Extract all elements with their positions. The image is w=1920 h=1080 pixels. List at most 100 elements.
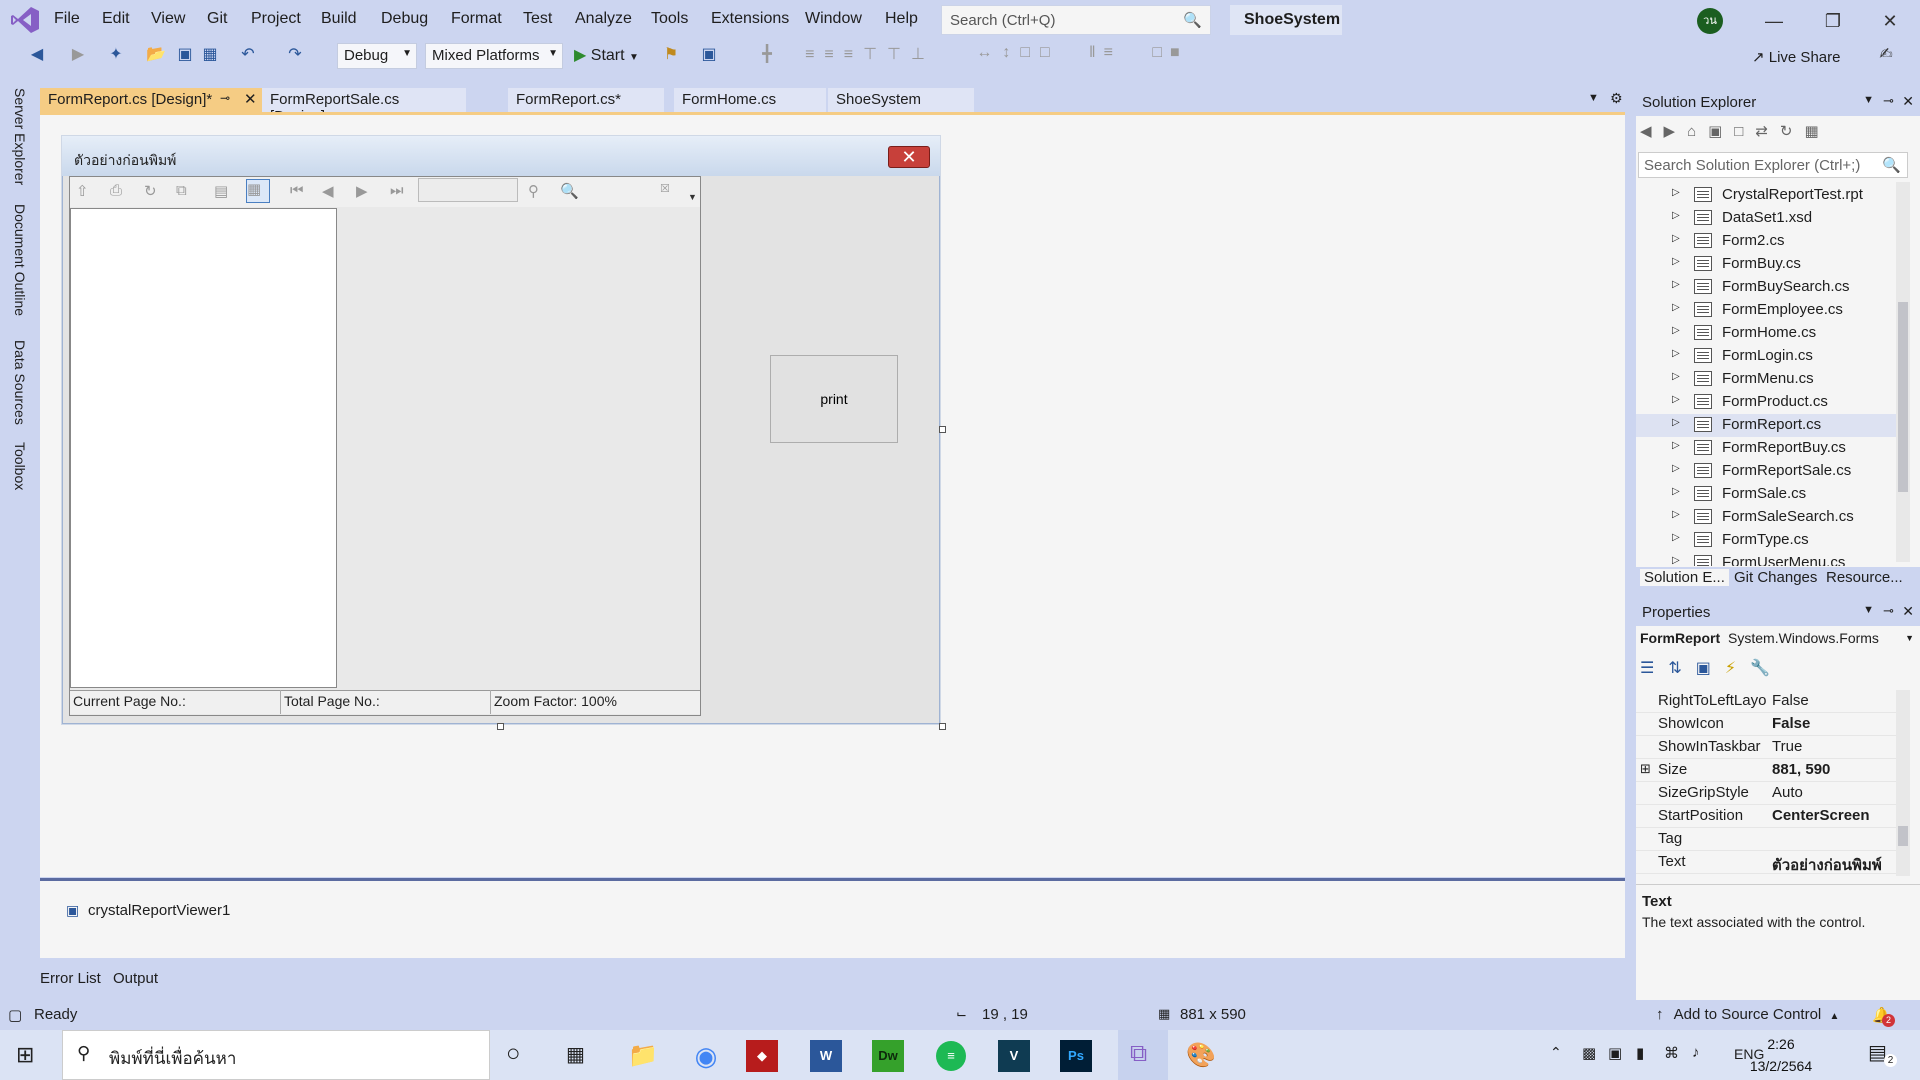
- rail-tab-server-explorer[interactable]: Server Explorer: [12, 88, 28, 185]
- center-icons[interactable]: ‖≡: [1080, 44, 1130, 68]
- volume-icon[interactable]: ♪: [1692, 1044, 1700, 1061]
- word-icon[interactable]: W: [810, 1040, 842, 1072]
- toolbar-overflow-icon[interactable]: ▼: [688, 192, 697, 202]
- resize-handle-right[interactable]: [939, 426, 946, 433]
- tab-overflow-icon[interactable]: ▼: [1588, 92, 1599, 104]
- expand-arrow-icon[interactable]: ▷: [1672, 509, 1680, 520]
- notifications-button[interactable]: 🔔 2: [1872, 1006, 1895, 1027]
- expand-arrow-icon[interactable]: ▷: [1672, 440, 1680, 451]
- solution-item[interactable]: ▷ FormBuySearch.cs: [1636, 276, 1898, 299]
- property-value[interactable]: Auto: [1772, 784, 1803, 801]
- expand-arrow-icon[interactable]: ▷: [1672, 256, 1680, 267]
- copy-icon[interactable]: ⧉: [176, 182, 187, 199]
- menu-format[interactable]: Format: [451, 10, 502, 28]
- chevron-down-icon[interactable]: ▼: [1863, 94, 1874, 106]
- avatar[interactable]: วน: [1697, 8, 1723, 34]
- find-icon[interactable]: ⚲: [528, 182, 539, 200]
- tab-formhome[interactable]: FormHome.cs: [674, 88, 826, 112]
- tab-shoesystem[interactable]: ShoeSystem: [828, 88, 974, 112]
- menu-edit[interactable]: Edit: [102, 10, 130, 28]
- menu-tools[interactable]: Tools: [651, 10, 688, 28]
- configuration-dropdown[interactable]: Debug ▼: [337, 43, 417, 69]
- minimize-icon[interactable]: —: [1754, 6, 1794, 36]
- solution-explorer-toolbar[interactable]: ◀▶⌂▣□⇄↻▦: [1640, 122, 1910, 148]
- taskbar-search-input[interactable]: ⚲ พิมพ์ที่นี่เพื่อค้นหา: [62, 1030, 490, 1080]
- expand-arrow-icon[interactable]: ▷: [1672, 486, 1680, 497]
- menu-view[interactable]: View: [151, 10, 185, 28]
- tab-git-changes[interactable]: Git Changes: [1734, 569, 1817, 586]
- close-icon[interactable]: ✕: [1902, 603, 1914, 620]
- vegas-icon[interactable]: V: [998, 1040, 1030, 1072]
- print-button[interactable]: print: [770, 355, 898, 443]
- property-value[interactable]: False: [1772, 715, 1810, 732]
- close-icon[interactable]: ✕: [1902, 93, 1914, 110]
- property-row[interactable]: ⊞ Size 881, 590: [1636, 759, 1898, 782]
- first-page-icon[interactable]: ⏮: [290, 182, 304, 199]
- chrome-icon[interactable]: ◉: [683, 1036, 729, 1076]
- feedback-icon[interactable]: ✍: [1876, 44, 1896, 68]
- search-input[interactable]: Search (Ctrl+Q) 🔍: [941, 5, 1211, 35]
- restore-icon[interactable]: ❐: [1813, 6, 1853, 36]
- property-value[interactable]: CenterScreen: [1772, 807, 1870, 824]
- tray-component-crystalreportviewer[interactable]: crystalReportViewer1: [88, 902, 230, 919]
- garena-icon[interactable]: ◆: [746, 1040, 778, 1072]
- photoshop-icon[interactable]: Ps: [1060, 1040, 1092, 1072]
- properties-toolbar[interactable]: ☰⇅▣⚡🔧: [1640, 658, 1840, 684]
- refresh-icon[interactable]: ↻: [144, 182, 157, 200]
- menu-test[interactable]: Test: [523, 10, 552, 28]
- previous-page-icon[interactable]: ◀: [322, 182, 334, 200]
- tab-output[interactable]: Output: [113, 970, 158, 987]
- export-icon[interactable]: ⇧: [76, 182, 89, 200]
- wifi-icon[interactable]: ⌘: [1664, 1044, 1679, 1062]
- solution-item[interactable]: ▷ FormEmployee.cs: [1636, 299, 1898, 322]
- chevron-down-icon[interactable]: ▼: [1863, 604, 1874, 616]
- solution-name-badge[interactable]: ShoeSystem: [1230, 5, 1342, 35]
- group-tree-panel[interactable]: [70, 208, 337, 688]
- print-icon[interactable]: ⎙: [110, 182, 122, 199]
- solution-item[interactable]: ▷ FormMenu.cs: [1636, 368, 1898, 391]
- solution-item[interactable]: ▷ FormReportBuy.cs: [1636, 437, 1898, 460]
- tab-formreportsale-design[interactable]: FormReportSale.cs [Design]: [262, 88, 466, 125]
- layout-align-icons[interactable]: ≡≡≡⊤⊤⊥: [790, 44, 950, 68]
- spotify-icon[interactable]: ≡: [936, 1041, 966, 1071]
- menu-git[interactable]: Git: [207, 10, 227, 28]
- resize-handle-corner[interactable]: [939, 723, 946, 730]
- device-icon[interactable]: ▩: [1582, 1044, 1596, 1062]
- solution-search-input[interactable]: Search Solution Explorer (Ctrl+;) 🔍: [1638, 152, 1908, 178]
- pin-icon[interactable]: ⊸: [220, 91, 230, 105]
- dreamweaver-icon[interactable]: Dw: [872, 1040, 904, 1072]
- taskbar-clock[interactable]: 2:26 13/2/2564: [1746, 1033, 1816, 1077]
- expand-arrow-icon[interactable]: ▷: [1672, 279, 1680, 290]
- live-share-button[interactable]: ↗ Live Share: [1752, 48, 1840, 66]
- menu-help[interactable]: Help: [885, 10, 918, 28]
- undo-icon[interactable]: ↶: [236, 44, 260, 68]
- scrollbar-thumb[interactable]: [1898, 302, 1908, 492]
- menu-file[interactable]: File: [54, 10, 80, 28]
- expand-arrow-icon[interactable]: ▷: [1672, 371, 1680, 382]
- page-number-input[interactable]: [418, 178, 518, 202]
- start-button[interactable]: ▶ Start ▼: [574, 45, 639, 65]
- close-view-icon[interactable]: ☒: [660, 182, 670, 195]
- property-value[interactable]: ตัวอย่างก่อนพิมพ์: [1772, 853, 1882, 877]
- expand-arrow-icon[interactable]: ▷: [1672, 233, 1680, 244]
- solution-item[interactable]: ▷ DataSet1.xsd: [1636, 207, 1898, 230]
- forward-icon[interactable]: ▶: [70, 44, 86, 68]
- sync-icon[interactable]: ▣: [1608, 1044, 1622, 1062]
- expand-arrow-icon[interactable]: ▷: [1672, 394, 1680, 405]
- menu-project[interactable]: Project: [251, 10, 301, 28]
- screenshot-icon[interactable]: ▣: [698, 44, 720, 68]
- solution-item[interactable]: ▷ FormHome.cs: [1636, 322, 1898, 345]
- solution-item[interactable]: ▷ FormBuy.cs: [1636, 253, 1898, 276]
- solution-item[interactable]: ▷ CrystalReportTest.rpt: [1636, 184, 1898, 207]
- solution-item[interactable]: ▷ Form2.cs: [1636, 230, 1898, 253]
- zoom-icon[interactable]: 🔍: [560, 182, 579, 200]
- expand-arrow-icon[interactable]: ▷: [1672, 348, 1680, 359]
- expand-arrow-icon[interactable]: ▷: [1672, 555, 1680, 566]
- scrollbar-thumb[interactable]: [1898, 826, 1908, 846]
- form-title-bar[interactable]: ตัวอย่างก่อนพิมพ์: [62, 136, 940, 176]
- save-all-icon[interactable]: ▦: [200, 44, 220, 68]
- back-icon[interactable]: ◀: [28, 44, 46, 68]
- order-icons[interactable]: □■: [1140, 44, 1200, 68]
- scrollbar[interactable]: [1896, 182, 1910, 562]
- last-page-icon[interactable]: ⏭: [390, 182, 404, 199]
